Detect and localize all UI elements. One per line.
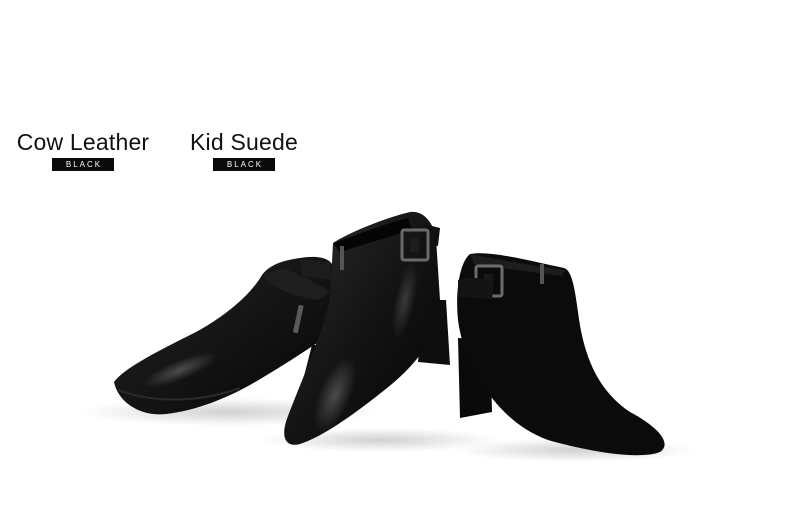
product-photo [80, 211, 695, 462]
suede-boot [457, 253, 665, 456]
